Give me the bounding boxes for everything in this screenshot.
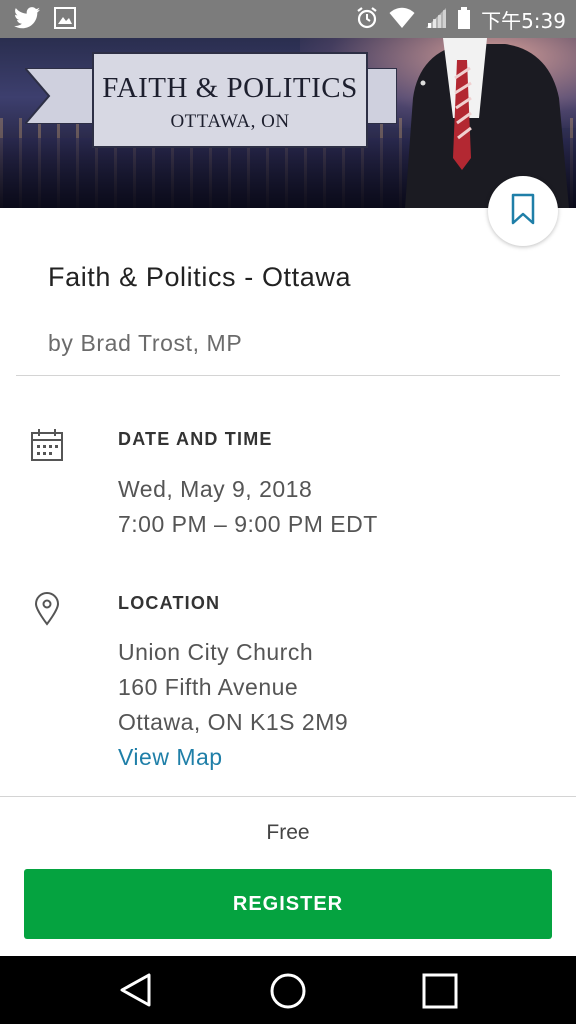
ticket-price: Free [266,821,310,844]
status-bar: 下午5:39 [0,0,576,38]
date-time-heading: DATE AND TIME [118,429,273,449]
banner-title: FAITH & POLITICS [102,72,358,104]
divider [16,375,560,376]
address-line-2: Ottawa, ON K1S 2M9 [118,709,349,735]
event-title: Faith & Politics - Ottawa [48,262,352,292]
calendar-icon [30,428,64,467]
event-time: 7:00 PM – 9:00 PM EDT [118,511,378,537]
event-organizer[interactable]: by Brad Trost, MP [48,330,242,357]
address-line-1: 160 Fifth Avenue [118,674,299,700]
battery-icon [457,6,471,35]
twitter-icon [14,7,40,34]
location-heading: LOCATION [118,593,221,613]
home-icon[interactable] [269,972,307,1015]
register-button[interactable]: REGISTER [24,869,552,939]
alarm-icon [355,6,379,35]
banner-subtitle: OTTAWA, ON [170,111,290,132]
location-pin-icon [34,592,60,631]
signal-icon [425,7,447,34]
wifi-icon [389,7,415,34]
speaker-photo [405,38,569,208]
footer-divider [0,796,576,797]
event-date: Wed, May 9, 2018 [118,476,313,502]
event-banner-image: FAITH & POLITICS OTTAWA, ON [0,38,576,208]
image-icon [54,7,76,34]
bookmark-button[interactable] [488,176,558,246]
banner-title-card: FAITH & POLITICS OTTAWA, ON [92,52,368,148]
recents-icon[interactable] [422,973,458,1014]
system-nav-bar [0,956,576,1024]
venue-name: Union City Church [118,639,314,665]
status-time: 下午5:39 [481,8,566,33]
view-map-link[interactable]: View Map [118,744,223,771]
back-icon[interactable] [118,972,154,1013]
bookmark-icon [511,193,535,230]
